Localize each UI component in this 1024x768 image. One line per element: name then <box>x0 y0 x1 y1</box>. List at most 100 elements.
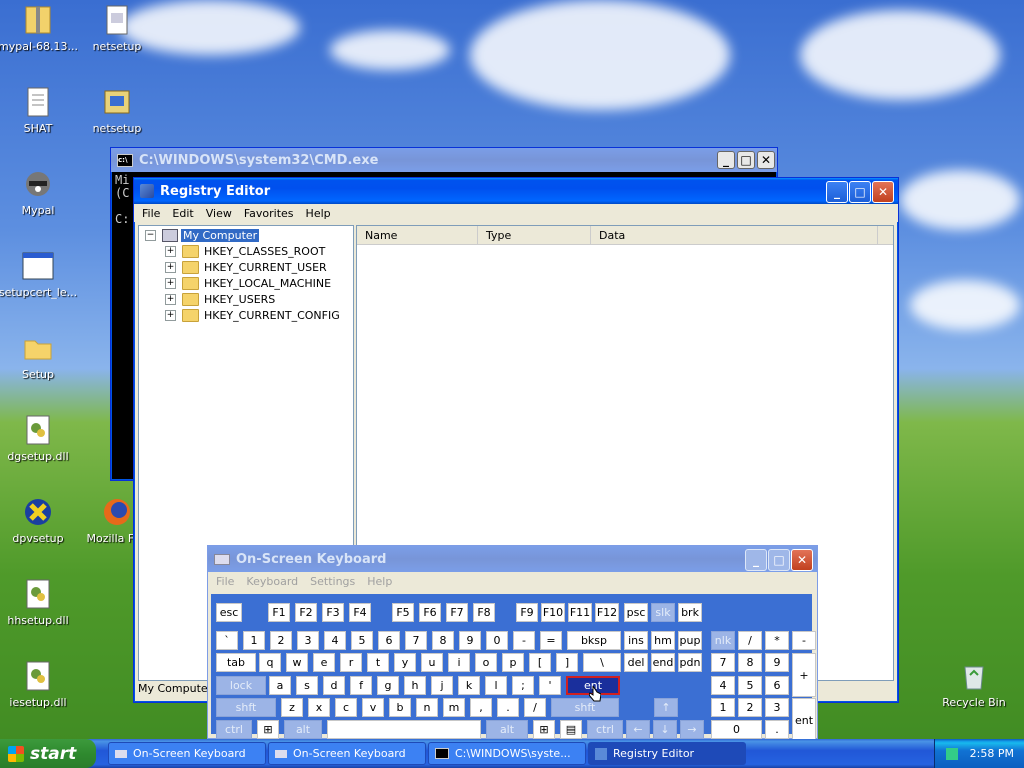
osk-key-row2-9[interactable]: 9 <box>459 631 481 650</box>
desktop-icon-setupcert[interactable]: setupcert_le... <box>0 250 78 299</box>
osk-key-row1-7[interactable]: F7 <box>446 603 468 622</box>
osk-key-row3-1[interactable]: q <box>259 653 281 672</box>
menu-view[interactable]: View <box>200 207 238 220</box>
registry-close-button[interactable]: ✕ <box>872 181 894 203</box>
osk-key-row2-20[interactable]: - <box>792 631 816 650</box>
tree-item-label[interactable]: HKEY_CURRENT_USER <box>204 261 327 274</box>
clock[interactable]: 2:58 PM <box>970 747 1014 760</box>
osk-key-row3-4[interactable]: r <box>340 653 362 672</box>
osk-key-row1-2[interactable]: F2 <box>295 603 317 622</box>
osk-key-row2-13[interactable]: bksp <box>567 631 621 650</box>
osk-key-row3-2[interactable]: w <box>286 653 308 672</box>
osk-key-row2-19[interactable]: * <box>765 631 789 650</box>
tree-root-label[interactable]: My Computer <box>181 228 260 242</box>
osk-key-row4-4[interactable]: f <box>350 676 372 695</box>
osk-key-row5-4[interactable]: v <box>362 698 384 717</box>
osk-key-row4-14[interactable]: 5 <box>738 676 762 695</box>
osk-key-row1-8[interactable]: F8 <box>473 603 495 622</box>
desktop-icon-hhsetup[interactable]: hhsetup.dll <box>0 578 78 627</box>
osk-key-row4-3[interactable]: d <box>323 676 345 695</box>
osk-key-row1-12[interactable]: F12 <box>595 603 619 622</box>
osk-menu-settings[interactable]: Settings <box>304 575 361 588</box>
registry-maximize-button[interactable]: □ <box>849 181 871 203</box>
osk-key-row4-15[interactable]: 6 <box>765 676 789 695</box>
tree-item-hkcu[interactable]: + HKEY_CURRENT_USER <box>165 259 327 275</box>
tree-item-label[interactable]: HKEY_LOCAL_MACHINE <box>204 277 331 290</box>
osk-key-row4-7[interactable]: j <box>431 676 453 695</box>
osk-key-row3-9[interactable]: o <box>475 653 497 672</box>
desktop-icon-recycle-bin[interactable]: Recycle Bin <box>934 660 1014 709</box>
osk-key-row2-14[interactable]: ins <box>624 631 648 650</box>
start-button[interactable]: start <box>0 739 96 768</box>
osk-key-row3-19[interactable]: 9 <box>765 653 789 672</box>
osk-key-row1-5[interactable]: F5 <box>392 603 414 622</box>
osk-key-row6-8[interactable]: ← <box>626 720 650 739</box>
osk-key-row2-4[interactable]: 4 <box>324 631 346 650</box>
osk-key-row1-0[interactable]: esc <box>216 603 242 622</box>
desktop-icon-dgsetup[interactable]: dgsetup.dll <box>0 414 78 463</box>
osk-key-row4-5[interactable]: g <box>377 676 399 695</box>
osk-key-row4-1[interactable]: a <box>269 676 291 695</box>
menu-help[interactable]: Help <box>300 207 337 220</box>
osk-key-row2-3[interactable]: 3 <box>297 631 319 650</box>
osk-key-row3-15[interactable]: end <box>651 653 675 672</box>
osk-key-row5-5[interactable]: b <box>389 698 411 717</box>
osk-key-row2-8[interactable]: 8 <box>432 631 454 650</box>
osk-key-row2-11[interactable]: - <box>513 631 535 650</box>
osk-key-row3-10[interactable]: p <box>502 653 524 672</box>
desktop-icon-netsetup[interactable]: netsetup <box>77 86 157 135</box>
osk-key-row2-1[interactable]: 1 <box>243 631 265 650</box>
osk-key-row1-13[interactable]: psc <box>624 603 648 622</box>
osk-key-row1-15[interactable]: brk <box>678 603 702 622</box>
tray-network-icon[interactable] <box>945 747 958 760</box>
osk-key-row4-2[interactable]: s <box>296 676 318 695</box>
osk-key-row1-1[interactable]: F1 <box>268 603 290 622</box>
osk-key-row5-2[interactable]: x <box>308 698 330 717</box>
osk-key-row3-20[interactable]: + <box>792 653 816 697</box>
osk-key-row3-12[interactable]: ] <box>556 653 578 672</box>
osk-key-row4-9[interactable]: l <box>485 676 507 695</box>
taskbar-item-registry[interactable]: Registry Editor <box>588 742 746 765</box>
tree-item-label[interactable]: HKEY_USERS <box>204 293 275 306</box>
tree-item-hkcr[interactable]: + HKEY_CLASSES_ROOT <box>165 243 325 259</box>
osk-menu-file[interactable]: File <box>210 575 240 588</box>
osk-key-row6-4[interactable]: alt <box>486 720 528 739</box>
osk-key-row6-10[interactable]: → <box>680 720 704 739</box>
osk-title-bar[interactable]: On-Screen Keyboard _ □ ✕ <box>208 546 817 572</box>
menu-edit[interactable]: Edit <box>166 207 199 220</box>
osk-key-row1-9[interactable]: F9 <box>516 603 538 622</box>
desktop-icon-dpvsetup[interactable]: dpvsetup <box>0 496 78 545</box>
osk-key-row5-11[interactable]: shft <box>551 698 619 717</box>
osk-key-row6-7[interactable]: ctrl <box>587 720 623 739</box>
expand-icon[interactable]: + <box>165 309 176 321</box>
osk-key-row2-6[interactable]: 6 <box>378 631 400 650</box>
osk-key-row2-2[interactable]: 2 <box>270 631 292 650</box>
osk-key-row3-17[interactable]: 7 <box>711 653 735 672</box>
osk-key-row3-6[interactable]: y <box>394 653 416 672</box>
osk-key-row6-11[interactable]: 0 <box>711 720 762 739</box>
osk-key-row5-16[interactable]: ent <box>792 698 816 742</box>
osk-maximize-button[interactable]: □ <box>768 549 790 571</box>
osk-key-row2-16[interactable]: pup <box>678 631 702 650</box>
cmd-minimize-button[interactable]: _ <box>717 151 735 169</box>
osk-key-row5-3[interactable]: c <box>335 698 357 717</box>
column-name[interactable]: Name <box>357 226 478 244</box>
osk-key-row5-10[interactable]: / <box>524 698 546 717</box>
osk-key-row5-7[interactable]: m <box>443 698 465 717</box>
column-data[interactable]: Data <box>591 226 878 244</box>
collapse-icon[interactable]: − <box>145 229 156 241</box>
osk-key-row5-12[interactable]: ↑ <box>654 698 678 717</box>
osk-key-row5-6[interactable]: n <box>416 698 438 717</box>
osk-key-row1-6[interactable]: F6 <box>419 603 441 622</box>
osk-key-row2-10[interactable]: 0 <box>486 631 508 650</box>
osk-key-row5-1[interactable]: z <box>281 698 303 717</box>
cmd-close-button[interactable]: ✕ <box>757 151 775 169</box>
osk-key-row1-4[interactable]: F4 <box>349 603 371 622</box>
taskbar-item-cmd[interactable]: C:\WINDOWS\syste... <box>428 742 586 765</box>
osk-key-row5-9[interactable]: . <box>497 698 519 717</box>
osk-key-row1-3[interactable]: F3 <box>322 603 344 622</box>
osk-key-row6-3[interactable] <box>327 720 481 739</box>
osk-key-row6-9[interactable]: ↓ <box>653 720 677 739</box>
osk-key-row4-11[interactable]: ' <box>539 676 561 695</box>
osk-key-row2-17[interactable]: nlk <box>711 631 735 650</box>
